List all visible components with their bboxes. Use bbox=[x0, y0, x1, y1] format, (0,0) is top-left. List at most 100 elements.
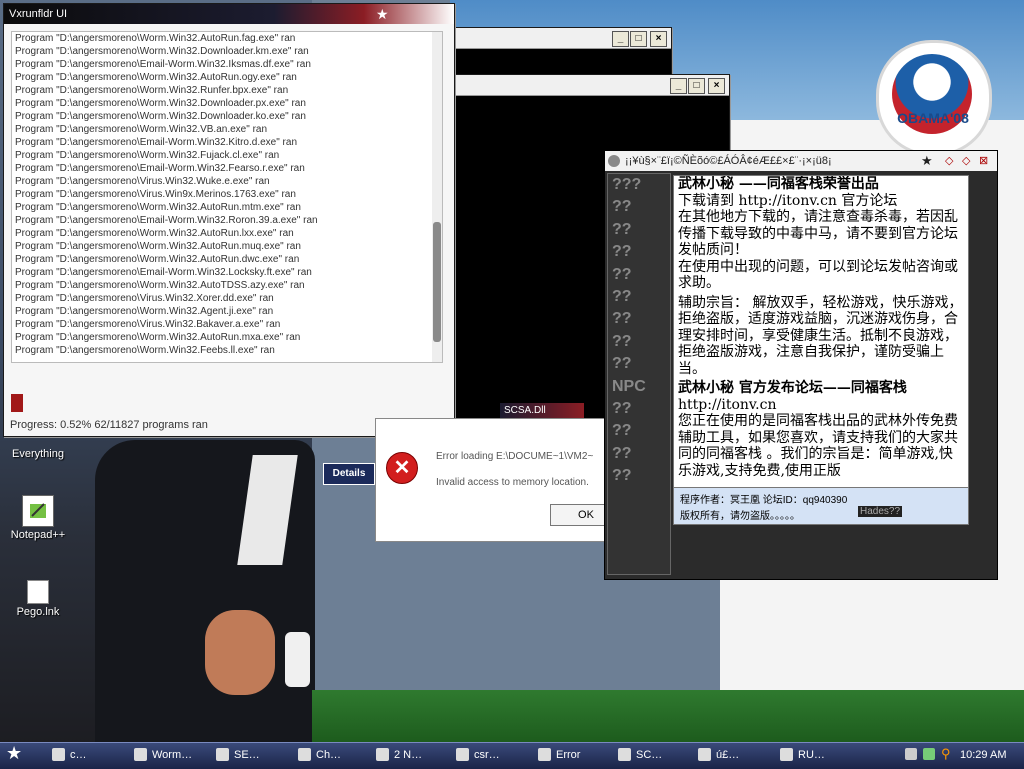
log-line: Program "D:\angersmoreno\Worm.Win32.Agen… bbox=[15, 306, 274, 317]
log-line: Program "D:\angersmoreno\Worm.Win32.Runf… bbox=[15, 85, 289, 96]
details-button[interactable]: Details bbox=[323, 463, 375, 485]
vxrunfldr-titlebar[interactable]: Vxrunfldr UI ★ bbox=[4, 4, 454, 24]
helper-nav-item[interactable]: ?? bbox=[608, 219, 670, 241]
error-message-1: Error loading E:\DOCUME~1\VM2~ bbox=[436, 451, 594, 462]
log-line: Program "D:\angersmoreno\Worm.Win32.VB.a… bbox=[15, 124, 268, 135]
taskbar-app-icon bbox=[698, 748, 711, 761]
minimize-icon[interactable]: _ bbox=[670, 78, 687, 94]
helper-nav-item[interactable]: ?? bbox=[608, 443, 670, 465]
taskbar-item-label: csr… bbox=[474, 749, 500, 761]
maximize-icon[interactable]: □ bbox=[688, 78, 705, 94]
info-forum-link[interactable]: http://itonv.cn bbox=[674, 397, 968, 414]
desktop-icon-label: Notepad++ bbox=[10, 529, 66, 541]
details-button-label: Details bbox=[332, 468, 366, 479]
taskbar-app-icon bbox=[538, 748, 551, 761]
desktop-icon-pego[interactable]: Pego.lnk bbox=[3, 580, 73, 618]
helper-nav-item[interactable]: ?? bbox=[608, 420, 670, 442]
taskbar-item[interactable]: Worm… bbox=[130, 745, 222, 765]
helper-nav-item[interactable]: ?? bbox=[608, 331, 670, 353]
wulin-helper-titlebar[interactable]: ¡¡¥ù§×¨£ï¡©ÑÈõó©£ÁÓÂ¢éÆ££×£¨·¡×¡ü8¡ ★ ◇ … bbox=[605, 151, 997, 171]
log-line: Program "D:\angersmoreno\Worm.Win32.Auto… bbox=[15, 254, 300, 265]
tray-icon[interactable] bbox=[923, 748, 935, 760]
start-button[interactable]: ★ bbox=[6, 743, 22, 764]
taskbar-item[interactable]: csr… bbox=[452, 745, 544, 765]
console-window-1[interactable]: _ □ × bbox=[452, 27, 672, 79]
taskbar-app-icon bbox=[618, 748, 631, 761]
window-title: Vxrunfldr UI bbox=[9, 8, 68, 20]
taskbar-item-label: Worm… bbox=[152, 749, 193, 761]
console-window-1-titlebar[interactable]: _ □ × bbox=[453, 28, 671, 49]
minimize-icon[interactable]: ◇ bbox=[962, 151, 970, 171]
log-line: Program "D:\angersmoreno\Worm.Win32.Auto… bbox=[15, 72, 297, 83]
log-line: Program "D:\angersmoreno\Email-Worm.Win3… bbox=[15, 137, 298, 148]
helper-nav-item[interactable]: ??? bbox=[608, 174, 670, 196]
scrollbar[interactable] bbox=[432, 32, 442, 362]
info-warning: 在其他地方下载的，请注意查毒杀毒，若因乱传播下载导致的中毒中马，请不要到官方论坛… bbox=[678, 209, 958, 258]
wulin-helper-window[interactable]: ¡¡¥ù§×¨£ï¡©ÑÈõó©£ÁÓÂ¢éÆ££×£¨·¡×¡ü8¡ ★ ◇ … bbox=[604, 150, 998, 580]
log-line: Program "D:\angersmoreno\Worm.Win32.Auto… bbox=[15, 228, 294, 239]
close-icon[interactable]: × bbox=[650, 31, 667, 47]
helper-nav-item[interactable]: ?? bbox=[608, 196, 670, 218]
taskbar-item[interactable]: SC… bbox=[614, 745, 706, 765]
taskbar-item-label: Error bbox=[556, 749, 581, 761]
notepadpp-icon bbox=[22, 495, 54, 527]
desktop-icon-everything[interactable]: Everything bbox=[3, 448, 73, 460]
log-line: Program "D:\angersmoreno\Worm.Win32.Down… bbox=[15, 98, 306, 109]
star-icon: ★ bbox=[921, 153, 933, 168]
error-message-2: Invalid access to memory location. bbox=[436, 477, 589, 488]
footer-copyright: 版权所有，请勿盗版。。。。。 bbox=[680, 511, 800, 522]
taskbar-item[interactable]: c… bbox=[48, 745, 140, 765]
helper-info-panel: 武林小秘 ——同福客栈荣誉出品 下载请到 http://itonv.cn 官方论… bbox=[673, 175, 969, 523]
log-lines: Program "D:\angersmoreno\Worm.Win32.Auto… bbox=[12, 32, 442, 357]
info-heading: 武林小秘 ——同福客栈荣誉出品 bbox=[678, 176, 879, 192]
log-line: Program "D:\angersmoreno\Worm.Win32.Auto… bbox=[15, 280, 305, 291]
close-icon[interactable]: ⊠ bbox=[979, 151, 988, 171]
wallpaper-cuff bbox=[285, 632, 310, 687]
taskbar-item-label: c… bbox=[70, 749, 87, 761]
obama-logo-text: OBAMA'08 bbox=[897, 110, 969, 126]
desktop-icon-notepadpp[interactable]: Notepad++ bbox=[3, 495, 73, 541]
taskbar-item-label: ú£… bbox=[716, 749, 740, 761]
desktop-icon-label: Everything bbox=[12, 448, 64, 460]
taskbar-item[interactable]: ú£… bbox=[694, 745, 786, 765]
error-icon: ✕ bbox=[386, 452, 418, 484]
helper-nav-item[interactable]: ?? bbox=[608, 353, 670, 375]
maximize-icon[interactable]: □ bbox=[630, 31, 647, 47]
helper-nav-item[interactable]: ?? bbox=[608, 264, 670, 286]
log-line: Program "D:\angersmoreno\Email-Worm.Win3… bbox=[15, 267, 312, 278]
minimize-icon[interactable]: _ bbox=[612, 31, 629, 47]
pin-icon[interactable]: ◇ bbox=[945, 151, 953, 171]
helper-nav-item[interactable]: ?? bbox=[608, 465, 670, 487]
taskbar-item-label: SC… bbox=[636, 749, 663, 761]
helper-nav-item[interactable]: ?? bbox=[608, 398, 670, 420]
taskbar-item[interactable]: 2 N… bbox=[372, 745, 464, 765]
helper-nav-item[interactable]: ?? bbox=[608, 241, 670, 263]
log-line: Program "D:\angersmoreno\Worm.Win32.Down… bbox=[15, 46, 309, 57]
helper-nav-item[interactable]: ?? bbox=[608, 286, 670, 308]
log-line: Program "D:\angersmoreno\Worm.Win32.Auto… bbox=[15, 33, 296, 44]
taskbar-item-label: 2 N… bbox=[394, 749, 423, 761]
log-line: Program "D:\angersmoreno\Email-Worm.Win3… bbox=[15, 163, 305, 174]
log-line: Program "D:\angersmoreno\Worm.Win32.Fuja… bbox=[15, 150, 280, 161]
tray-icon[interactable] bbox=[905, 748, 917, 760]
footer-badge: Hades?? bbox=[858, 506, 903, 517]
taskbar-item[interactable]: SE… bbox=[212, 745, 304, 765]
log-line: Program "D:\angersmoreno\Email-Worm.Win3… bbox=[15, 215, 318, 226]
console-window-2-titlebar[interactable]: _ □ × bbox=[453, 75, 729, 96]
program-log-list[interactable]: Program "D:\angersmoreno\Worm.Win32.Auto… bbox=[11, 31, 443, 363]
helper-nav-list: ??????????????????? NPC???????? bbox=[608, 174, 670, 488]
progress-text: Progress: 0.52% 62/11827 programs ran bbox=[10, 419, 208, 431]
taskbar-item[interactable]: RU… bbox=[776, 745, 868, 765]
scrollbar-thumb[interactable] bbox=[433, 222, 441, 342]
star-icon: ★ bbox=[376, 6, 389, 22]
taskbar-item[interactable]: Error bbox=[534, 745, 626, 765]
search-icon[interactable]: ⚲ bbox=[941, 746, 951, 762]
log-line: Program "D:\angersmoreno\Virus.Win9x.Mer… bbox=[15, 189, 296, 200]
close-icon[interactable]: × bbox=[708, 78, 725, 94]
window-title: ¡¡¥ù§×¨£ï¡©ÑÈõó©£ÁÓÂ¢éÆ££×£¨·¡×¡ü8¡ bbox=[625, 155, 832, 167]
helper-nav-item[interactable]: ?? bbox=[608, 308, 670, 330]
log-line: Program "D:\angersmoreno\Virus.Win32.Xor… bbox=[15, 293, 274, 304]
vxrunfldr-window[interactable]: Vxrunfldr UI ★ Program "D:\angersmoreno\… bbox=[3, 3, 455, 437]
helper-nav-item[interactable]: NPC bbox=[608, 376, 670, 398]
taskbar-item-label: Ch… bbox=[316, 749, 342, 761]
